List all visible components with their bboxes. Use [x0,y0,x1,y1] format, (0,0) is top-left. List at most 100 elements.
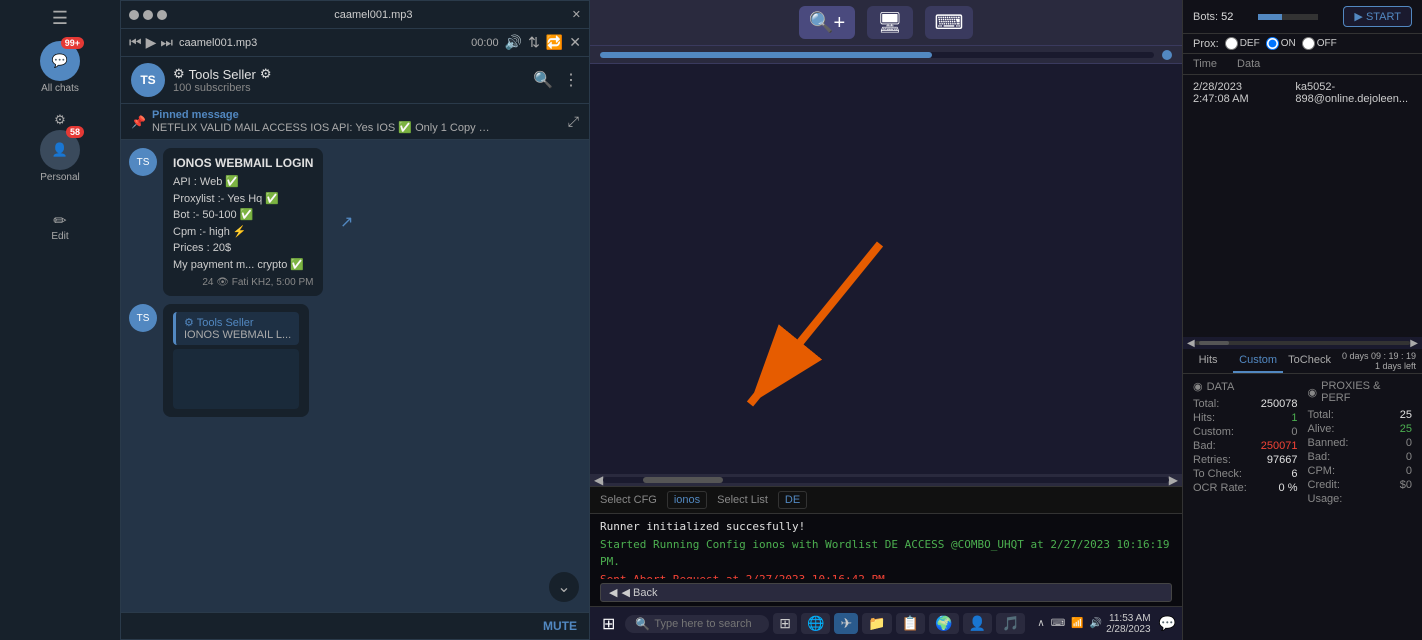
message-avatar-1: TS [129,148,157,176]
center-main-content [590,64,1182,474]
progress-indicator [1162,50,1172,60]
timer-display: 0 days 09 : 19 : 19 1 days left [1336,349,1422,373]
right-scroll-right[interactable]: ▶ [1410,338,1418,349]
ocrrate-value: 0 % [1279,482,1298,494]
taskbar-clock[interactable]: 11:53 AM 2/28/2023 [1106,613,1151,635]
taskbar-explorer[interactable]: 📁 [862,613,891,634]
right-scrollbar-thumb[interactable] [1199,341,1229,345]
tab-tocheck[interactable]: ToCheck [1283,349,1336,373]
taskbar-browser2[interactable]: 🌍 [929,613,958,634]
channel-more-icon[interactable]: ⋮ [563,70,579,90]
edit-label[interactable]: Edit [51,231,68,242]
network-icon: 📶 [1071,618,1083,629]
pinned-expand-icon[interactable]: ⤢ [568,113,579,130]
taskbar-search-box[interactable]: 🔍 [625,615,769,633]
scrollbar-track[interactable] [603,477,1169,483]
edit-icon[interactable]: ✏ [53,211,66,231]
credit-stat: Credit: $0 [1308,478,1413,492]
personal-badge[interactable]: 👤 58 [40,130,80,170]
scroll-down-button[interactable]: ⌄ [549,572,579,602]
personal-label[interactable]: Personal [40,172,79,183]
list-value[interactable]: DE [778,491,807,509]
start-button[interactable]: ⊞ [596,612,621,636]
scroll-right-arrow[interactable]: ▶ [1169,473,1178,487]
prox-on-option[interactable]: ON [1266,37,1296,50]
notification-button[interactable]: 💬 [1159,615,1176,632]
system-tray-expand[interactable]: ∧ [1037,618,1044,629]
forward-icon[interactable]: ↗ [340,212,353,232]
message-meta-1: 24 👁 Fati KH2, 5:00 PM [173,277,313,288]
prox-def-option[interactable]: DEF [1225,37,1260,50]
remote-desktop-button[interactable]: 🖥 [867,6,912,39]
window-close-icon[interactable]: ✕ [572,8,581,21]
audio-wave-icon[interactable]: ⇅ [528,34,540,51]
channel-avatar: TS [131,63,165,97]
channel-info: ⚙ Tools Seller ⚙ 100 subscribers [173,66,533,94]
audio-controls: ⏮ ▶ ⏭ [129,34,173,51]
message-bubble-1: IONOS WEBMAIL LOGIN API : Web ✅ Proxylis… [163,148,323,296]
usage-label: Usage: [1308,493,1343,505]
proxy-stats-title: ◉ PROXIES & PERF [1308,380,1413,404]
audio-prev-button[interactable]: ⏮ [129,34,142,51]
prox-off-option[interactable]: OFF [1302,37,1337,50]
channel-search-icon[interactable]: 🔍 [533,70,553,90]
credit-value: $0 [1400,479,1412,491]
audio-volume-icon[interactable]: 🔊 [505,34,522,51]
prox-bad-label: Bad: [1308,451,1331,463]
keyboard-button[interactable]: ⌨ [925,6,974,39]
taskbar-telegram-icon[interactable]: ✈ [834,613,858,634]
taskbar-user[interactable]: 👤 [963,613,992,634]
zoom-button[interactable]: 🔍+ [799,6,856,39]
all-chats-badge[interactable]: 💬 99+ [40,41,80,81]
custom-label: Custom: [1193,426,1234,438]
scroll-left-arrow[interactable]: ◀ [594,473,603,487]
progress-fill [600,52,932,58]
taskbar-search-input[interactable] [654,618,759,630]
audio-next-button[interactable]: ⏭ [160,34,173,51]
minimize-button[interactable] [129,10,139,20]
results-tabs: Hits Custom ToCheck 0 days 09 : 19 : 19 … [1183,349,1422,374]
prox-bad-stat: Bad: 0 [1308,450,1413,464]
back-button[interactable]: ◀ ◀ Back [600,583,1172,602]
right-scroll-left[interactable]: ◀ [1187,338,1195,349]
tab-custom[interactable]: Custom [1233,349,1283,373]
scrollbar-thumb[interactable] [643,477,723,483]
maximize-button[interactable] [143,10,153,20]
total-value: 250078 [1261,398,1298,410]
message-bubble-2: ⚙ Tools Seller IONOS WEBMAIL L... [163,304,309,417]
pinned-message-bar[interactable]: 📌 Pinned message NETFLIX VALID MAIL ACCE… [121,104,589,140]
cfg-value[interactable]: ionos [667,491,707,509]
table-row: 2/28/2023 2:47:08 AM ka5052-898@online.d… [1193,79,1412,107]
taskbar-music[interactable]: 🎵 [996,613,1025,634]
close-button[interactable] [157,10,167,20]
audio-play-button[interactable]: ▶ [146,34,157,51]
center-horizontal-scrollbar[interactable]: ◀ ▶ [590,474,1182,486]
prox-label: Prox: [1193,38,1219,50]
usage-stat: Usage: [1308,492,1413,506]
audio-repeat-icon[interactable]: 🔁 [546,34,563,51]
results-table-body: 2/28/2023 2:47:08 AM ka5052-898@online.d… [1183,75,1422,337]
taskbar-edge[interactable]: 🌐 [801,613,830,634]
taskbar-taskview[interactable]: ⊞ [773,613,797,634]
pin-icon: 📌 [131,115,146,129]
all-chats-count: 99+ [61,37,84,49]
start-button[interactable]: ▶ START [1343,6,1412,27]
all-chats-label[interactable]: All chats [41,83,79,94]
bots-progress-fill [1258,14,1282,20]
results-table-header: Time Data [1183,54,1422,75]
custom-value: 0 [1291,426,1297,438]
right-horizontal-scrollbar[interactable]: ◀ ▶ [1183,337,1422,349]
prox-bad-value: 0 [1406,451,1412,463]
taskbar-clipboard[interactable]: 📋 [896,613,925,634]
mute-button[interactable]: MUTE [543,619,577,633]
channel-icon: ⚙ [173,66,185,82]
right-scrollbar-track[interactable] [1195,341,1411,345]
message-image-thumb [173,349,299,409]
banned-label: Banned: [1308,437,1349,449]
audio-close-icon[interactable]: ✕ [569,34,581,51]
tab-hits[interactable]: Hits [1183,349,1233,373]
taskbar-time-display: 11:53 AM [1106,613,1151,624]
credit-label: Credit: [1308,479,1340,491]
log-line-3: Sent Abort Request at 2/27/2023 10:16:42… [600,571,1172,579]
telegram-menu-button[interactable]: ☰ [52,8,68,29]
